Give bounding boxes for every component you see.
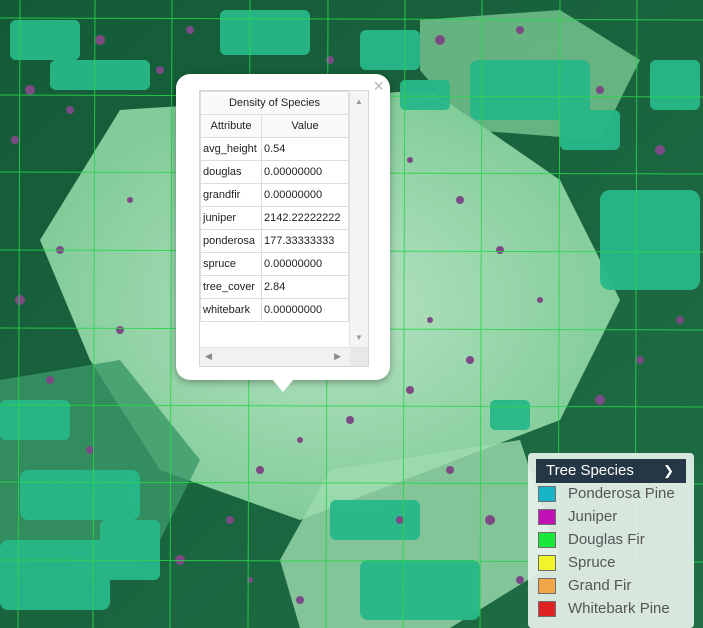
table-row: tree_cover 2.84 bbox=[200, 275, 349, 299]
value-cell: 0.00000000 bbox=[261, 183, 349, 207]
swatch bbox=[538, 509, 556, 525]
legend-item-label: Juniper bbox=[568, 508, 618, 525]
attribute-table: Density of Species Attribute Value avg_h… bbox=[200, 91, 349, 322]
scroll-down-icon[interactable]: ▼ bbox=[355, 333, 363, 342]
scroll-left-icon[interactable]: ◀ bbox=[205, 351, 212, 362]
attribute-cell: spruce bbox=[200, 252, 262, 276]
value-cell: 177.33333333 bbox=[261, 229, 349, 253]
attribute-cell: whitebark bbox=[200, 298, 262, 322]
chevron-down-icon[interactable]: ❯ bbox=[663, 459, 674, 483]
close-icon[interactable]: × bbox=[373, 76, 384, 96]
table-row: grandfir 0.00000000 bbox=[200, 183, 349, 207]
scroll-up-icon[interactable]: ▲ bbox=[355, 97, 363, 106]
scroll-right-icon[interactable]: ▶ bbox=[334, 351, 341, 362]
table-row: juniper 2142.22222222 bbox=[200, 206, 349, 230]
swatch bbox=[538, 532, 556, 548]
column-header-attribute[interactable]: Attribute bbox=[200, 114, 262, 138]
table-title: Density of Species bbox=[200, 91, 349, 115]
attribute-cell: juniper bbox=[200, 206, 262, 230]
legend-item-label: Whitebark Pine bbox=[568, 600, 670, 617]
table-row: douglas 0.00000000 bbox=[200, 160, 349, 184]
legend-item-label: Ponderosa Pine bbox=[568, 485, 675, 502]
attribute-cell: grandfir bbox=[200, 183, 262, 207]
swatch bbox=[538, 555, 556, 571]
scrollbar-corner bbox=[350, 348, 368, 366]
value-cell: 2142.22222222 bbox=[261, 206, 349, 230]
legend-title: Tree Species bbox=[546, 462, 634, 479]
attribute-cell: douglas bbox=[200, 160, 262, 184]
value-cell: 0.00000000 bbox=[261, 252, 349, 276]
legend-item-label: Grand Fir bbox=[568, 577, 632, 594]
value-cell: 0.00000000 bbox=[261, 298, 349, 322]
legend-item-label: Spruce bbox=[568, 554, 616, 571]
horizontal-scrollbar[interactable]: ◀ ▶ bbox=[200, 347, 368, 366]
attribute-popup: × Density of Species Attribute Value avg… bbox=[176, 74, 390, 380]
vertical-scrollbar[interactable]: ▲ ▼ bbox=[349, 91, 368, 348]
value-cell: 0.00000000 bbox=[261, 160, 349, 184]
attribute-grid: Density of Species Attribute Value avg_h… bbox=[199, 90, 369, 367]
table-row: spruce 0.00000000 bbox=[200, 252, 349, 276]
attribute-cell: avg_height bbox=[200, 137, 262, 161]
swatch bbox=[538, 578, 556, 594]
table-row: ponderosa 177.33333333 bbox=[200, 229, 349, 253]
column-header-value[interactable]: Value bbox=[261, 114, 349, 138]
attribute-cell: ponderosa bbox=[200, 229, 262, 253]
value-cell: 0.54 bbox=[261, 137, 349, 161]
value-cell: 2.84 bbox=[261, 275, 349, 299]
tree-species-legend: Tree Species ❯ Ponderosa Pine Juniper Do… bbox=[528, 453, 694, 628]
swatch bbox=[538, 486, 556, 502]
table-row: avg_height 0.54 bbox=[200, 137, 349, 161]
popup-pointer bbox=[272, 379, 294, 392]
legend-item-label: Douglas Fir bbox=[568, 531, 645, 548]
attribute-cell: tree_cover bbox=[200, 275, 262, 299]
legend-toggle-button[interactable]: Tree Species ❯ bbox=[536, 459, 686, 483]
swatch bbox=[538, 601, 556, 617]
table-row: whitebark 0.00000000 bbox=[200, 298, 349, 322]
